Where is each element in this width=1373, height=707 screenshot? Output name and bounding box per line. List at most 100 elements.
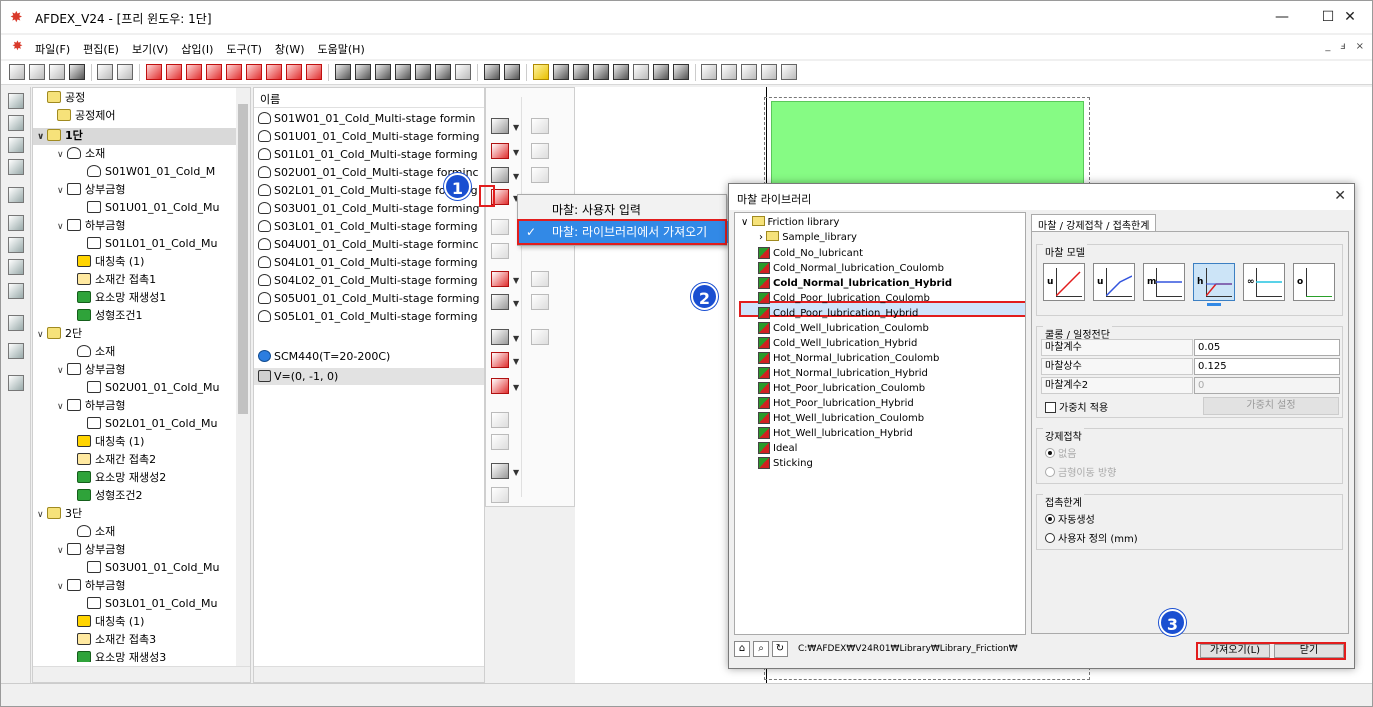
clock-tool-icon[interactable]: [491, 378, 509, 394]
mdi-restore-button[interactable]: ⅎ: [1340, 41, 1345, 52]
list-item[interactable]: S04L02_01_Cold_Multi-stage forming: [258, 272, 478, 289]
heat-tool-icon[interactable]: [491, 294, 509, 310]
tree-node-contact[interactable]: 소재간 접촉2: [67, 452, 156, 468]
view-icon[interactable]: [613, 64, 629, 80]
tree-icon[interactable]: [8, 343, 24, 359]
list-item[interactable]: S03L01_01_Cold_Multi-stage forming: [258, 218, 478, 235]
tree-node-conditions[interactable]: 성형조건2: [67, 488, 142, 504]
import-icon[interactable]: [97, 64, 113, 80]
die-icon[interactable]: [206, 64, 222, 80]
tree-node-item[interactable]: S01U01_01_Cold_Mu: [77, 200, 219, 216]
radio-user-defined[interactable]: 사용자 정의 (mm): [1045, 530, 1138, 545]
radio-button[interactable]: [1045, 533, 1055, 543]
zoom-window-icon[interactable]: [741, 64, 757, 80]
list-item[interactable]: S04U01_01_Cold_Multi-stage forminc: [258, 236, 479, 253]
model-sticking-button[interactable]: ∞: [1243, 263, 1285, 301]
search-icon[interactable]: ⌕: [753, 641, 769, 657]
tree-node-symmetry[interactable]: 대칭축 (1): [67, 254, 144, 270]
chevron-down-icon[interactable]: ▼: [513, 383, 519, 392]
tree-node-item[interactable]: S03L01_01_Cold_Mu: [77, 596, 218, 612]
tree-chevron[interactable]: ∨: [57, 579, 67, 595]
friction-item[interactable]: Cold_Poor_lubrication_Hybrid: [758, 306, 918, 321]
import-button[interactable]: 가져오기(L): [1200, 644, 1270, 658]
open-file-icon[interactable]: [29, 64, 45, 80]
list-item[interactable]: S03U01_01_Cold_Multi-stage forming: [258, 200, 480, 217]
list-item-velocity[interactable]: V=(0, -1, 0): [258, 368, 338, 385]
friction-item[interactable]: Cold_No_lubricant: [758, 246, 863, 261]
tree-chevron[interactable]: ∨: [57, 147, 67, 163]
chevron-down-icon[interactable]: ▼: [513, 468, 519, 477]
tree-node-lower-die[interactable]: ∨ 하부금형: [57, 578, 125, 594]
menu-item-friction-user-input[interactable]: 마찰: 사용자 입력: [518, 199, 728, 221]
friction-item-selected[interactable]: Cold_Normal_lubrication_Hybrid: [758, 276, 952, 291]
die-icon[interactable]: [286, 64, 302, 80]
die-icon[interactable]: [146, 64, 162, 80]
tree-node-lower-die[interactable]: ∨ 하부금형: [57, 218, 125, 234]
menu-tools[interactable]: 도구(T): [226, 41, 262, 57]
friction-item[interactable]: Cold_Poor_lubrication_Coulomb: [758, 291, 930, 306]
workpiece-icon[interactable]: [375, 64, 391, 80]
tree-chevron[interactable]: ∨: [37, 129, 47, 145]
tree-node-item[interactable]: S01L01_01_Cold_Mu: [77, 236, 218, 252]
view-icon[interactable]: [633, 64, 649, 80]
tree-node-workpiece[interactable]: 소재: [67, 524, 115, 540]
list-item[interactable]: S04L01_01_Cold_Multi-stage forming: [258, 254, 478, 271]
process-icon[interactable]: [8, 115, 24, 131]
die-icon[interactable]: [246, 64, 262, 80]
tree-node-item[interactable]: S03U01_01_Cold_Mu: [77, 560, 219, 576]
view-icon[interactable]: [573, 64, 589, 80]
tree-node-stage1[interactable]: ∨ 1단: [37, 128, 83, 144]
tree-node-upper-die[interactable]: ∨ 상부금형: [57, 542, 125, 558]
tree-node-item[interactable]: S01W01_01_Cold_M: [77, 164, 215, 180]
menu-file[interactable]: 파일(F): [35, 41, 70, 57]
home-icon[interactable]: ⌂: [734, 641, 750, 657]
view-icon[interactable]: [533, 64, 549, 80]
pan-hand-icon[interactable]: [761, 64, 777, 80]
friction-item[interactable]: Hot_Normal_lubrication_Hybrid: [758, 366, 928, 381]
model-frictionless-button[interactable]: o: [1293, 263, 1335, 301]
tab-friction-contact[interactable]: 마찰 / 강제접착 / 접촉한계: [1031, 214, 1157, 232]
close-button[interactable]: ✕: [1328, 1, 1372, 33]
list-item[interactable]: S05L01_01_Cold_Multi-stage forming: [258, 308, 478, 325]
layout-icon[interactable]: [8, 215, 24, 231]
workpiece-icon[interactable]: [335, 64, 351, 80]
tree-vertical-scrollbar[interactable]: [236, 88, 250, 668]
chevron-down-icon[interactable]: ∨: [741, 217, 752, 228]
menu-view[interactable]: 보기(V): [132, 41, 168, 57]
layout-icon[interactable]: [8, 237, 24, 253]
menu-window[interactable]: 창(W): [275, 41, 305, 57]
friction-item[interactable]: Cold_Well_lubrication_Coulomb: [758, 321, 929, 336]
list-item[interactable]: S01L01_01_Cold_Multi-stage forming: [258, 146, 478, 163]
menu-insert[interactable]: 삽입(I): [181, 41, 213, 57]
view-icon[interactable]: [593, 64, 609, 80]
friction-item[interactable]: Ideal: [758, 441, 797, 456]
workpiece-icon[interactable]: [415, 64, 431, 80]
tree-chevron[interactable]: ∨: [57, 543, 67, 559]
material-tool-icon[interactable]: [491, 143, 509, 159]
chevron-down-icon[interactable]: ▼: [513, 148, 519, 157]
chevron-right-icon[interactable]: ›: [759, 232, 766, 243]
tree-node-workpiece[interactable]: ∨ 소재: [57, 146, 105, 162]
chevron-down-icon[interactable]: ▼: [513, 276, 519, 285]
monitor-icon[interactable]: [504, 64, 520, 80]
tree-node-workpiece[interactable]: 소재: [67, 344, 115, 360]
tree-node-upper-die[interactable]: ∨ 상부금형: [57, 182, 125, 198]
tree-node-contact[interactable]: 소재간 접촉3: [67, 632, 156, 648]
tree-node-item[interactable]: S02U01_01_Cold_Mu: [77, 380, 219, 396]
chevron-down-icon[interactable]: ▼: [513, 123, 519, 132]
model-coulomb-button[interactable]: u: [1043, 263, 1085, 301]
tree-chevron[interactable]: ∨: [57, 363, 67, 379]
view-icon[interactable]: [653, 64, 669, 80]
wrench-icon[interactable]: [455, 64, 471, 80]
tree-node-process[interactable]: 공정: [37, 90, 85, 106]
chevron-down-icon[interactable]: ▼: [513, 357, 519, 366]
friction-item[interactable]: Hot_Well_lubrication_Coulomb: [758, 411, 924, 426]
zoom-in-icon[interactable]: [721, 64, 737, 80]
list-item[interactable]: S05U01_01_Cold_Multi-stage forming: [258, 290, 480, 307]
friction-item[interactable]: Hot_Well_lubrication_Hybrid: [758, 426, 913, 441]
tree-view-icon[interactable]: [8, 93, 24, 109]
die-icon[interactable]: [186, 64, 202, 80]
dialog-close-button[interactable]: 닫기: [1274, 644, 1344, 658]
model-coulomb-limit-button[interactable]: u: [1093, 263, 1135, 301]
friction-coefficient-input[interactable]: 0.05: [1194, 339, 1340, 356]
